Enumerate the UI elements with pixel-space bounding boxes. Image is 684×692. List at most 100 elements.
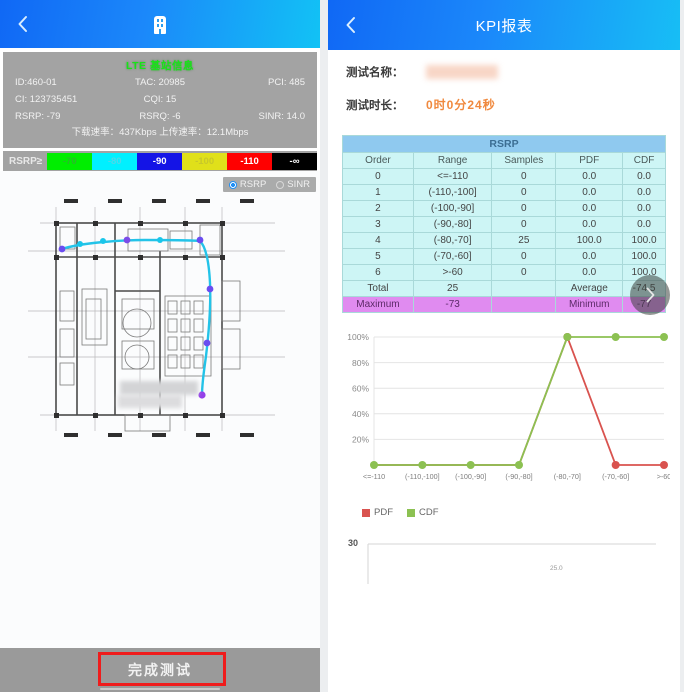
radio-sinr-label: SINR [287, 179, 310, 191]
x-tick-label-3: (-90,-80] [505, 472, 532, 481]
finish-test-button[interactable]: 完成测试 [94, 654, 226, 686]
map-redacted-label-2 [118, 395, 182, 409]
table-cell: 100.0 [555, 232, 624, 249]
secondary-chart-point-label: 25.0 [550, 565, 563, 572]
back-icon-right[interactable] [340, 14, 362, 36]
table-cell: 0.0 [622, 216, 666, 233]
table-cell: 0.0 [555, 216, 624, 233]
table-cell: 0.0 [622, 200, 666, 217]
data-point-CDF-6 [660, 333, 668, 341]
secondary-chart-svg: 30 25.0 [348, 538, 656, 584]
overlay-metric-toggle[interactable]: RSRP SINR [222, 177, 316, 193]
table-cell: (-90,-80] [412, 216, 493, 233]
legend-entry-CDF[interactable]: CDF [407, 507, 439, 518]
rsrp-legend-cells: -70 -80 -90 -100 -110 -∞ [47, 152, 317, 170]
cell-tac-value: TAC: 20985 [134, 77, 185, 89]
data-point-PDF-5 [611, 461, 620, 469]
y-tick-label: 80% [352, 358, 369, 368]
pdf-cdf-chart-svg: 20% 40% 60% 80% 100% <=-110 (-110,-100] (-100,-… [347, 332, 671, 481]
back-icon[interactable] [12, 13, 34, 35]
legend-label: PDF [374, 507, 393, 518]
data-point-CDF-4 [563, 333, 572, 341]
pdf-cdf-chart: 20% 40% 60% 80% 100% <=-110 (-110,-100] (-100,-… [338, 325, 671, 505]
test-duration-row: 测试时长： 0时0分24秒 [346, 96, 662, 113]
right-navbar: KPI报表 [328, 0, 680, 50]
legend-cell-3: -100 [182, 152, 228, 170]
left-navbar [0, 0, 320, 48]
table-col-header-0: Order [342, 152, 414, 169]
cell-rsrq-value: RSRQ: -6 [139, 110, 181, 122]
table-cell: (-80,-70] [412, 232, 493, 249]
cell-info-title: LTE 基站信息 [126, 60, 194, 72]
table-cell: 1 [342, 184, 414, 201]
radio-rsrp[interactable]: RSRP [228, 179, 267, 191]
rsrp-legend-bar: RSRP≥ -70 -80 -90 -100 -110 -∞ [3, 151, 317, 172]
chevron-right-icon[interactable] [630, 275, 670, 315]
legend-entry-PDF[interactable]: PDF [362, 507, 393, 518]
x-tick-label-6: >-60 [657, 472, 670, 481]
table-col-header-4: CDF [622, 152, 666, 169]
table-cell: 5 [342, 248, 414, 265]
table-cell: (-70,-60] [412, 248, 493, 265]
x-tick-label-1: (-110,-100] [405, 472, 440, 481]
legend-cell-2: -90 [137, 152, 183, 170]
table-cell: <=-110 [412, 168, 493, 185]
table-row: 5 (-70,-60] 0 0.0 100.0 [342, 248, 666, 265]
series-line-CDF [374, 336, 664, 466]
map-redacted-label-1 [120, 381, 198, 396]
table-cell: >-60 [412, 264, 493, 281]
legend-cell-5: -∞ [272, 152, 317, 170]
table-col-header-2: Samples [491, 152, 557, 169]
cell-ci-value: CI: 123735451 [15, 93, 78, 105]
table-col-header-3: PDF [555, 152, 624, 169]
table-cell: 0 [491, 200, 557, 217]
table-cell: 0.0 [622, 184, 666, 201]
cell-id-value: ID:460-01 [15, 77, 57, 89]
rsrp-table-wrap: RSRP Order Range Samples PDF CDF 0 <=-110 0 0.0… [342, 135, 670, 315]
test-duration-value: 0时0分24秒 [426, 98, 496, 112]
y-tick-label: 60% [352, 383, 369, 393]
left-bottom-bar: 完成测试 [0, 648, 320, 692]
legend-swatch-icon [362, 508, 370, 517]
data-point-CDF-1 [418, 461, 427, 469]
home-indicator [100, 688, 220, 690]
data-point-CDF-3 [515, 461, 523, 469]
radio-rsrp-label: RSRP [239, 179, 267, 191]
secondary-chart: 30 25.0 [338, 532, 670, 592]
x-tick-label-5: (-70,-60] [602, 472, 629, 481]
table-cell: 100.0 [622, 248, 666, 265]
test-duration-label: 测试时长： [346, 99, 404, 112]
y-tick-label: 100% [347, 332, 369, 342]
table-cell: 0 [491, 168, 557, 185]
data-point-PDF-6 [660, 461, 668, 469]
radio-dot-rsrp-icon [228, 180, 237, 189]
table-cell: 0 [491, 184, 557, 201]
cell-pci-value: PCI: 485 [268, 77, 305, 89]
radio-sinr[interactable]: SINR [276, 179, 310, 190]
floorplan-svg [28, 199, 285, 438]
test-name-label: 测试名称： [346, 67, 404, 79]
radio-dot-sinr-icon [276, 180, 285, 189]
left-phone-panel: LTE 基站信息 ID:460-01 TAC: 20985 PCI: 485 C… [0, 0, 320, 692]
x-tick-label-0: <=-110 [363, 472, 385, 481]
table-cell: Maximum [342, 296, 414, 313]
test-name-value-redacted [426, 65, 498, 79]
rsrp-legend-label: RSRP≥ [9, 155, 43, 167]
table-cell: 25 [491, 232, 557, 249]
x-tick-label-4: (-80,-70] [554, 472, 581, 481]
table-cell: Minimum [555, 296, 624, 313]
cell-rsrp-value: RSRP: -79 [15, 110, 61, 122]
x-tick-label-2: (-100,-90] [455, 472, 486, 481]
cell-info-panel: LTE 基站信息 ID:460-01 TAC: 20985 PCI: 485 C… [3, 52, 317, 149]
table-title: RSRP [342, 135, 666, 153]
table-cell: 25 [412, 280, 493, 297]
table-cell: 0 [491, 264, 557, 281]
table-row: 2 (-100,-90] 0 0.0 0.0 [342, 200, 666, 217]
chart-legend: PDF CDF [328, 507, 680, 518]
table-cell: 0.0 [622, 168, 666, 185]
table-cell: 0.0 [555, 184, 624, 201]
legend-label: CDF [419, 507, 439, 518]
legend-cell-4: -110 [227, 152, 273, 170]
floorplan-map-area[interactable]: RSRP SINR [0, 171, 320, 688]
table-body: 0 <=-110 0 0.0 0.0 1 (-110,-100] 0 0.0 0.0 2 (-100,… [342, 168, 666, 313]
